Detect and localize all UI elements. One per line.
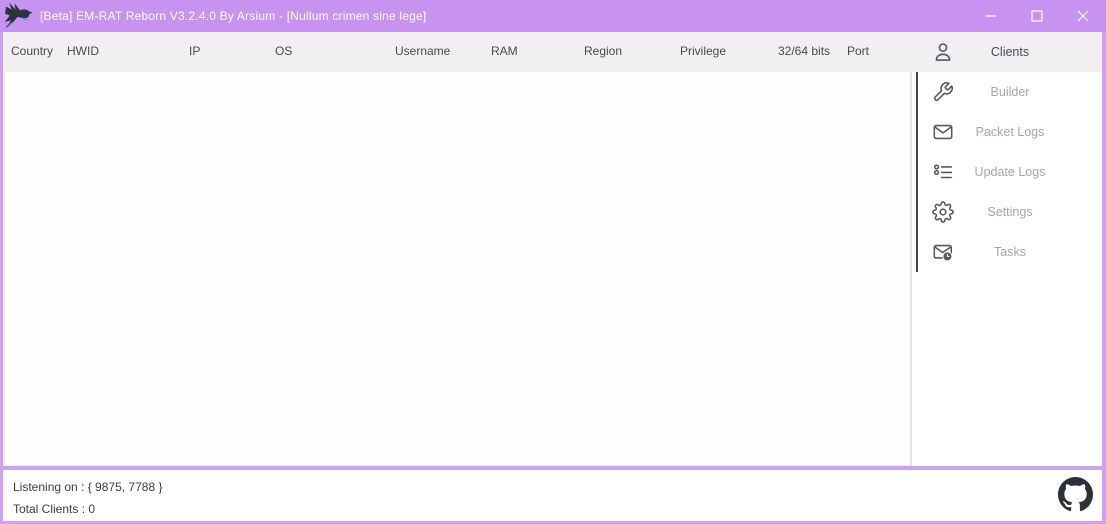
sidebar-item-builder[interactable]: Builder xyxy=(918,72,1102,112)
minimize-icon xyxy=(985,10,997,22)
sidebar-item-label: Packet Logs xyxy=(918,112,1102,152)
column-header-username[interactable]: Username xyxy=(387,45,483,59)
sidebar-item-label: Builder xyxy=(918,72,1102,112)
column-header-hwid[interactable]: HWID xyxy=(59,45,181,59)
column-header-os[interactable]: OS xyxy=(267,45,387,59)
sidebar-item-packet-logs[interactable]: Packet Logs xyxy=(918,112,1102,152)
eagle-logo-icon xyxy=(3,1,41,31)
window-title: [Beta] EM-RAT Reborn V3.2.4.0 By Arsium … xyxy=(40,0,426,32)
sidebar-item-label: Tasks xyxy=(918,232,1102,272)
column-header-region[interactable]: Region xyxy=(576,45,672,59)
listening-status: Listening on : { 9875, 7788 } xyxy=(13,480,162,494)
maximize-icon xyxy=(1031,10,1043,22)
sidebar-item-label: Update Logs xyxy=(918,152,1102,192)
sidebar-item-label: Settings xyxy=(918,192,1102,232)
column-header-ram[interactable]: RAM xyxy=(483,45,576,59)
github-icon[interactable] xyxy=(1058,477,1093,512)
close-button[interactable] xyxy=(1060,0,1106,32)
column-header-port[interactable]: Port xyxy=(839,45,911,59)
maximize-button[interactable] xyxy=(1014,0,1060,32)
sidebar-item-settings[interactable]: Settings xyxy=(918,192,1102,232)
sidebar-item-update-logs[interactable]: Update Logs xyxy=(918,152,1102,192)
clients-table-body xyxy=(3,72,912,466)
app-window: [Beta] EM-RAT Reborn V3.2.4.0 By Arsium … xyxy=(0,0,1106,524)
column-header-privilege[interactable]: Privilege xyxy=(672,45,770,59)
column-header-ip[interactable]: IP xyxy=(181,45,267,59)
sidebar-item-tasks[interactable]: Tasks xyxy=(918,232,1102,272)
total-clients-status: Total Clients : 0 xyxy=(13,502,95,516)
statusbar: Listening on : { 9875, 7788 } Total Clie… xyxy=(3,470,1102,521)
close-icon xyxy=(1077,10,1089,22)
minimize-button[interactable] xyxy=(968,0,1014,32)
sidebar-item-label: Clients xyxy=(918,32,1102,72)
sidebar-menu: Clients Builder Packet Logs xyxy=(918,32,1102,272)
clients-table-header: Country HWID IP OS Username RAM Region P… xyxy=(3,32,911,72)
column-header-country[interactable]: Country xyxy=(3,45,59,59)
window-border-right xyxy=(1102,32,1106,524)
titlebar: [Beta] EM-RAT Reborn V3.2.4.0 By Arsium … xyxy=(0,0,1106,32)
sidebar-item-clients[interactable]: Clients xyxy=(918,32,1102,72)
window-controls xyxy=(968,0,1106,32)
column-header-bits[interactable]: 32/64 bits xyxy=(770,45,839,59)
